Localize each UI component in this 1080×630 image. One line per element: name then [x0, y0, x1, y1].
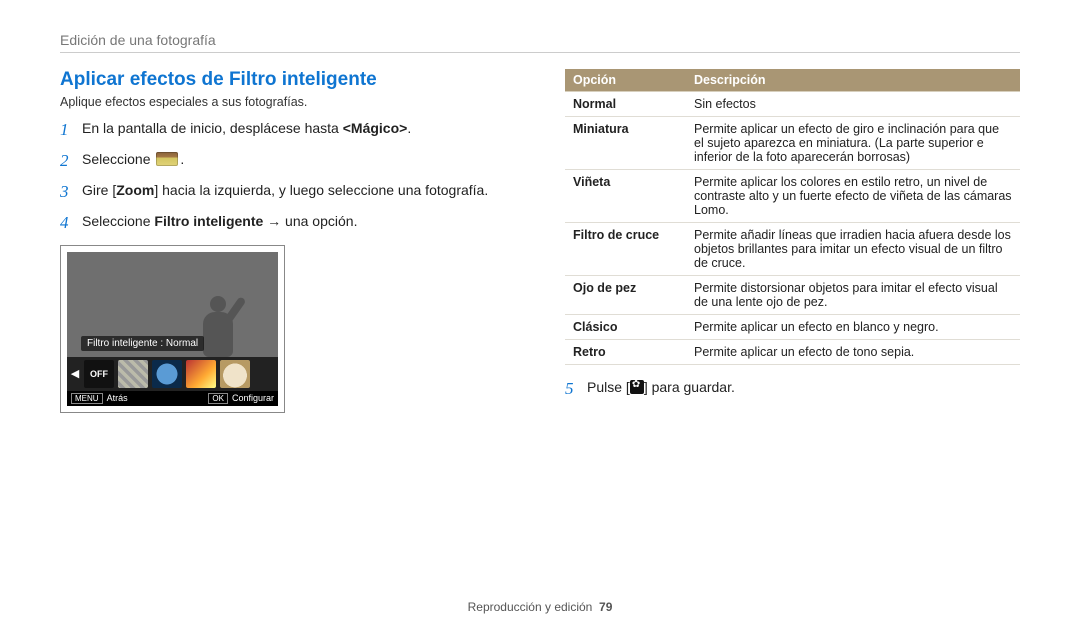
- chevron-left-icon: ◀: [70, 367, 80, 380]
- option-name: Miniatura: [565, 117, 686, 170]
- table-row: Filtro de crucePermite añadir líneas que…: [565, 223, 1020, 276]
- filter-off-thumb: OFF: [84, 360, 114, 388]
- edit-icon: [156, 152, 178, 166]
- option-description: Permite aplicar un efecto de tono sepia.: [686, 340, 1020, 365]
- section-title: Aplicar efectos de Filtro inteligente: [60, 69, 535, 91]
- step-body: En la pantalla de inicio, desplácese has…: [82, 119, 535, 138]
- option-name: Normal: [565, 92, 686, 117]
- step-text: Gire [: [82, 182, 116, 198]
- preview-caption: Filtro inteligente : Normal: [81, 336, 204, 351]
- step-3: 3 Gire [Zoom] hacia la izquierda, y lueg…: [60, 181, 535, 204]
- step-bold: Zoom: [116, 182, 154, 198]
- option-description: Sin efectos: [686, 92, 1020, 117]
- manual-page: Edición de una fotografía Aplicar efecto…: [0, 0, 1080, 630]
- menu-back: MENU Atrás: [71, 393, 128, 404]
- step-number: 4: [60, 212, 82, 235]
- config-label: Configurar: [232, 393, 274, 403]
- footer-page: 79: [599, 600, 612, 614]
- option-name: Filtro de cruce: [565, 223, 686, 276]
- back-label: Atrás: [107, 393, 128, 403]
- step-body: Pulse [ ] para guardar.: [587, 379, 1020, 395]
- footer-section: Reproducción y edición: [468, 600, 593, 614]
- step-number: 5: [565, 379, 587, 399]
- flower-icon: [630, 380, 644, 394]
- step-number: 3: [60, 181, 82, 204]
- table-row: RetroPermite aplicar un efecto de tono s…: [565, 340, 1020, 365]
- table-row: Ojo de pezPermite distorsionar objetos p…: [565, 276, 1020, 315]
- step-text: ] hacia la izquierda, y luego seleccione…: [154, 182, 488, 198]
- option-name: Viñeta: [565, 170, 686, 223]
- menu-button-icon: MENU: [71, 393, 103, 404]
- camera-preview: Filtro inteligente : Normal ◀ OFF MENU A…: [60, 245, 285, 413]
- steps-list: 1 En la pantalla de inicio, desplácese h…: [60, 119, 535, 235]
- filter-thumbnails: ◀ OFF: [67, 357, 278, 391]
- table-row: NormalSin efectos: [565, 92, 1020, 117]
- step-text: ] para guardar.: [644, 379, 735, 395]
- col-option-header: Opción: [565, 69, 686, 92]
- right-column: Opción Descripción NormalSin efectosMini…: [565, 69, 1020, 413]
- step-number: 1: [60, 119, 82, 142]
- step-body: Seleccione Filtro inteligente → una opci…: [82, 212, 535, 231]
- page-footer: Reproducción y edición 79: [0, 600, 1080, 614]
- table-row: ViñetaPermite aplicar los colores en est…: [565, 170, 1020, 223]
- divider: [60, 52, 1020, 53]
- preview-image: Filtro inteligente : Normal: [67, 252, 278, 357]
- option-description: Permite aplicar un efecto de giro e incl…: [686, 117, 1020, 170]
- left-column: Aplicar efectos de Filtro inteligente Ap…: [60, 69, 535, 413]
- step-bold: Filtro inteligente: [154, 213, 263, 229]
- step-text: Pulse [: [587, 379, 630, 395]
- filter-thumb: [118, 360, 148, 388]
- step-text: .: [180, 151, 184, 167]
- option-name: Clásico: [565, 315, 686, 340]
- option-name: Retro: [565, 340, 686, 365]
- step-body: Gire [Zoom] hacia la izquierda, y luego …: [82, 181, 535, 200]
- ok-button-icon: OK: [208, 393, 228, 404]
- table-row: MiniaturaPermite aplicar un efecto de gi…: [565, 117, 1020, 170]
- step-1: 1 En la pantalla de inicio, desplácese h…: [60, 119, 535, 142]
- filter-thumb: [220, 360, 250, 388]
- step-bold: <Mágico>: [343, 120, 408, 136]
- chapter-heading: Edición de una fotografía: [60, 32, 1020, 48]
- option-description: Permite aplicar los colores en estilo re…: [686, 170, 1020, 223]
- step-4: 4 Seleccione Filtro inteligente → una op…: [60, 212, 535, 235]
- option-description: Permite añadir líneas que irradien hacia…: [686, 223, 1020, 276]
- step-2: 2 Seleccione .: [60, 150, 535, 173]
- step-text: → una opción.: [263, 213, 357, 229]
- step-number: 2: [60, 150, 82, 173]
- step-text: En la pantalla de inicio, desplácese has…: [82, 120, 343, 136]
- filter-thumb: [152, 360, 182, 388]
- camera-footer: MENU Atrás OK Configurar: [67, 391, 278, 406]
- intro-text: Aplique efectos especiales a sus fotogra…: [60, 95, 535, 109]
- step-text: Seleccione: [82, 151, 154, 167]
- step-text: .: [407, 120, 411, 136]
- ok-config: OK Configurar: [208, 393, 274, 404]
- option-name: Ojo de pez: [565, 276, 686, 315]
- step-5: 5 Pulse [ ] para guardar.: [565, 379, 1020, 399]
- step-body: Seleccione .: [82, 150, 535, 169]
- col-desc-header: Descripción: [686, 69, 1020, 92]
- options-table: Opción Descripción NormalSin efectosMini…: [565, 69, 1020, 365]
- filter-thumb: [186, 360, 216, 388]
- step-text: Seleccione: [82, 213, 154, 229]
- option-description: Permite aplicar un efecto en blanco y ne…: [686, 315, 1020, 340]
- table-row: ClásicoPermite aplicar un efecto en blan…: [565, 315, 1020, 340]
- content-columns: Aplicar efectos de Filtro inteligente Ap…: [60, 69, 1020, 413]
- option-description: Permite distorsionar objetos para imitar…: [686, 276, 1020, 315]
